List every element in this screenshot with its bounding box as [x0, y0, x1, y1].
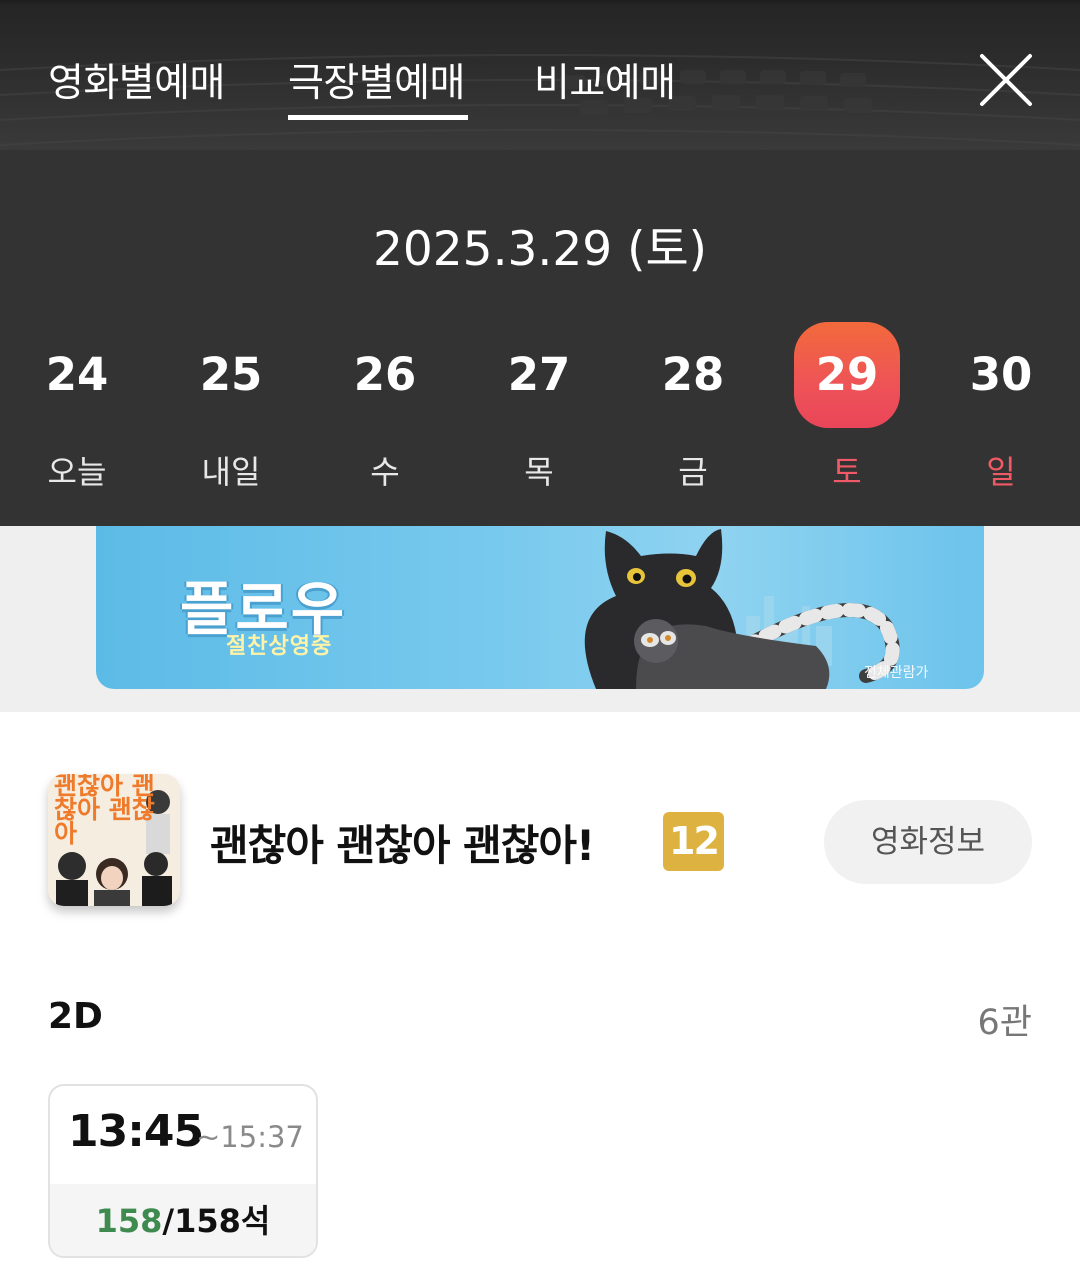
tab-compare-booking[interactable]: 비교예매 — [534, 52, 676, 108]
tab-bar: 영화별예매 극장별예매 비교예매 — [0, 0, 1080, 150]
date-weekday: 내일 — [201, 453, 261, 491]
banner-subtitle: 절찬상영중 — [226, 634, 333, 659]
close-icon[interactable] — [978, 52, 1034, 108]
start-time: 13:45 — [68, 1106, 204, 1157]
date-weekday: 일 — [986, 453, 1016, 491]
date-item-25[interactable]: 25 내일 — [178, 322, 284, 492]
seats-remaining: 158 — [95, 1202, 163, 1240]
seats-total: /158석 — [162, 1202, 271, 1240]
screen-format: 2D — [48, 996, 103, 1037]
poster-title-text: 괜찮아 괜찮아 괜찮아 — [54, 774, 155, 848]
hall-count: 6관 — [977, 1003, 1032, 1043]
date-weekday: 목 — [524, 453, 554, 491]
date-number: 25 — [199, 348, 263, 401]
date-weekday: 수 — [370, 453, 400, 491]
seat-availability: 158/158석 — [50, 1184, 316, 1256]
booking-header: 영화별예매 극장별예매 비교예매 2025.3.29 (토) 24 오늘 25 … — [0, 0, 1080, 526]
date-number: 28 — [661, 348, 725, 401]
end-time: ~15:37 — [196, 1120, 304, 1154]
date-weekday: 오늘 — [47, 453, 107, 491]
date-item-29-selected[interactable]: 29 토 — [794, 322, 900, 492]
banner-rating: 전체관람가 — [864, 665, 929, 681]
movie-title: 괜찮아 괜찮아 괜찮아! — [210, 821, 595, 870]
date-item-30[interactable]: 30 일 — [948, 322, 1054, 492]
promo-banner[interactable]: 플로우 절찬상영중 전체관람가 — [96, 526, 984, 689]
movie-info-button[interactable]: 영화정보 — [824, 800, 1032, 884]
age-rating-badge: 12 — [663, 812, 724, 871]
date-item-26[interactable]: 26 수 — [332, 322, 438, 492]
tab-theater-booking[interactable]: 극장별예매 — [288, 52, 465, 108]
movie-poster[interactable]: 괜찮아 괜찮아 괜찮아 — [48, 774, 180, 906]
date-item-27[interactable]: 27 목 — [486, 322, 592, 492]
date-number: 24 — [45, 348, 109, 401]
date-number: 26 — [353, 348, 417, 401]
date-weekday: 금 — [678, 453, 708, 491]
date-number: 27 — [507, 348, 571, 401]
selected-date: 2025.3.29 (토) — [372, 222, 708, 277]
date-number: 29 — [794, 322, 900, 428]
active-tab-indicator — [288, 115, 468, 120]
showtime-card[interactable]: 13:45 ~15:37 158/158석 — [48, 1084, 318, 1258]
showtime-times: 13:45 ~15:37 — [50, 1086, 316, 1184]
date-number: 30 — [969, 348, 1033, 401]
date-item-24[interactable]: 24 오늘 — [24, 322, 130, 492]
date-item-28[interactable]: 28 금 — [640, 322, 746, 492]
date-weekday: 토 — [832, 453, 862, 491]
banner-area: 플로우 절찬상영중 전체관람가 — [0, 526, 1080, 712]
tab-movie-booking[interactable]: 영화별예매 — [48, 52, 225, 108]
